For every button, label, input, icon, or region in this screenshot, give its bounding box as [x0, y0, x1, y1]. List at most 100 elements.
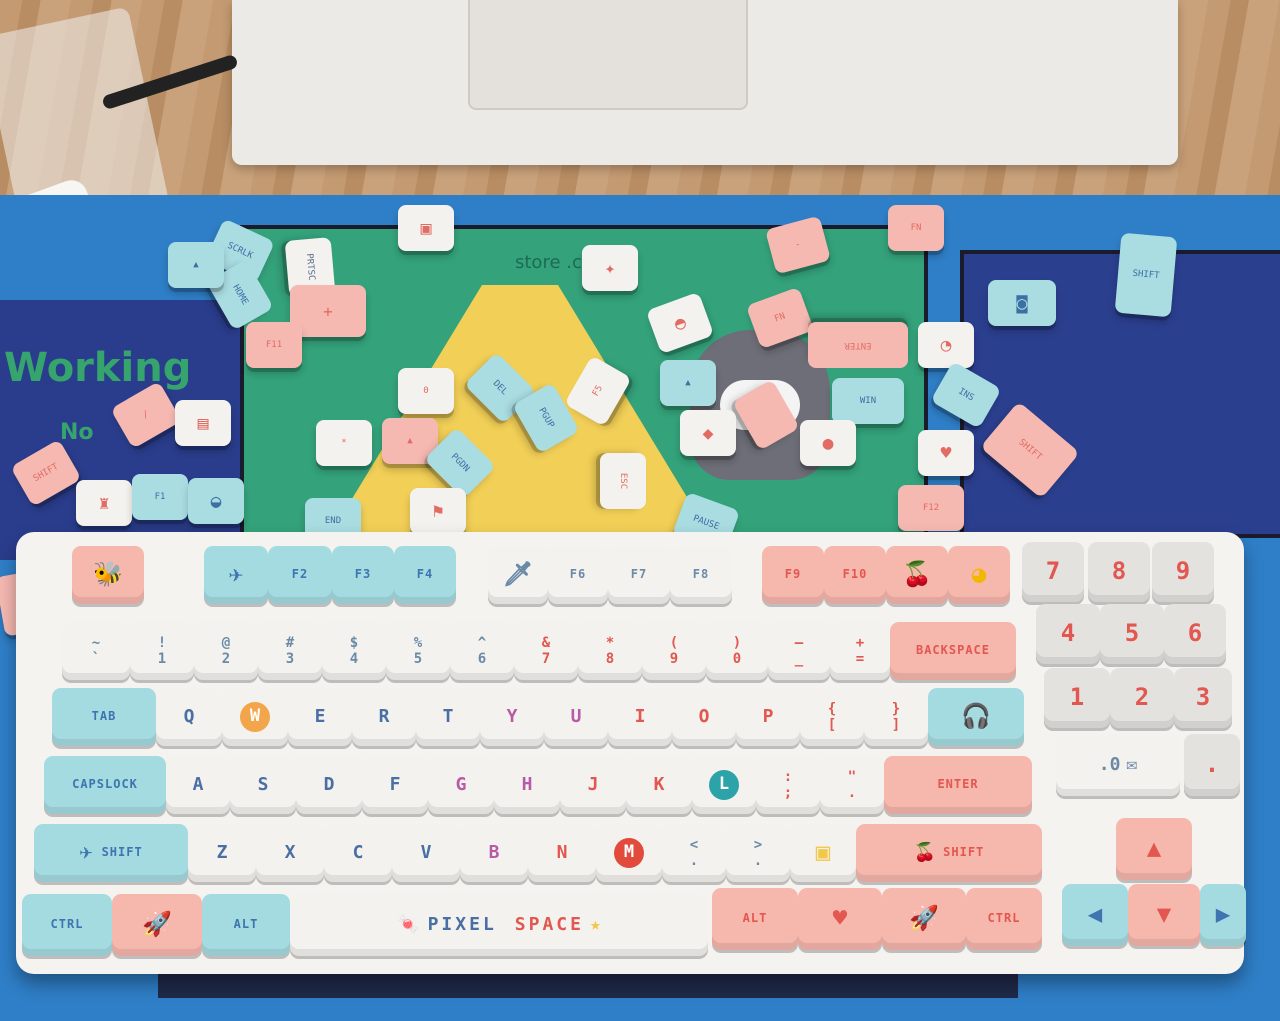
key-d[interactable]: D — [296, 756, 362, 814]
key-minus[interactable]: — _ — [768, 622, 830, 680]
key-k[interactable]: K — [626, 756, 692, 814]
loose-keycap-enter: ENTER — [808, 322, 908, 368]
arrow-up-icon: ▲ — [407, 436, 413, 446]
key-tab[interactable]: TAB — [52, 688, 156, 746]
key-f[interactable]: F — [362, 756, 428, 814]
key-slash[interactable]: ▣ — [790, 824, 856, 882]
key-f12[interactable]: ◕ — [948, 546, 1010, 604]
key-w[interactable]: W — [222, 688, 288, 746]
key-9[interactable]: ( 9 — [642, 622, 706, 680]
loose-keycap-f1: F1 — [132, 474, 188, 520]
key-f11[interactable]: 🍒 — [886, 546, 948, 604]
arrow-up-icon: ▲ — [1146, 834, 1162, 863]
key-shift-left[interactable]: ✈ SHIFT — [34, 824, 188, 882]
key-6[interactable]: ^ 6 — [450, 622, 514, 680]
key-s[interactable]: S — [230, 756, 296, 814]
key-numpad-2[interactable]: 2 — [1110, 668, 1174, 728]
key-h[interactable]: H — [494, 756, 560, 814]
key-fn[interactable]: ♥ — [798, 888, 882, 950]
key-u[interactable]: U — [544, 688, 608, 746]
key-backspace[interactable]: BACKSPACE — [890, 622, 1016, 680]
key-comma[interactable]: < . — [662, 824, 726, 882]
key-ctrl-left[interactable]: CTRL — [22, 894, 112, 956]
key-numpad-3[interactable]: 3 — [1174, 668, 1232, 728]
key-numpad-9[interactable]: 9 — [1152, 542, 1214, 602]
key-menu[interactable]: 🚀 — [882, 888, 966, 950]
key-shift-right[interactable]: 🍒 SHIFT — [856, 824, 1042, 882]
key-8[interactable]: * 8 — [578, 622, 642, 680]
key-f7[interactable]: F7 — [608, 546, 670, 604]
key-period[interactable]: > . — [726, 824, 790, 882]
key-t[interactable]: T — [416, 688, 480, 746]
key-f5[interactable]: 🗡 — [488, 546, 548, 604]
key-z[interactable]: Z — [188, 824, 256, 882]
key-f9[interactable]: F9 — [762, 546, 824, 604]
key-0[interactable]: ) 0 — [706, 622, 768, 680]
key-numpad-7[interactable]: 7 — [1022, 542, 1084, 602]
key-r[interactable]: R — [352, 688, 416, 746]
key-g[interactable]: G — [428, 756, 494, 814]
key-o[interactable]: O — [672, 688, 736, 746]
key-5[interactable]: % 5 — [386, 622, 450, 680]
key-shift-left-label: SHIFT — [101, 845, 143, 860]
key-arrow-down[interactable]: ▼ — [1128, 884, 1200, 946]
key-a[interactable]: A — [166, 756, 230, 814]
key-j[interactable]: J — [560, 756, 626, 814]
key-m[interactable]: M — [596, 824, 662, 882]
key-semicolon[interactable]: : ; — [756, 756, 820, 814]
key-capslock[interactable]: CAPSLOCK — [44, 756, 166, 814]
key-c[interactable]: C — [324, 824, 392, 882]
key-numpad-8[interactable]: 8 — [1088, 542, 1150, 602]
key-enter[interactable]: ENTER — [884, 756, 1032, 814]
key-arrow-right[interactable]: ▶ — [1200, 884, 1246, 946]
key-numpad-6[interactable]: 6 — [1164, 604, 1226, 664]
key-esc[interactable]: 🐝 — [72, 546, 144, 604]
key-arrow-left[interactable]: ◀ — [1062, 884, 1128, 946]
key-q[interactable]: Q — [156, 688, 222, 746]
key-numpad-dot[interactable]: . — [1184, 734, 1240, 796]
key-2[interactable]: @ 2 — [194, 622, 258, 680]
key-3[interactable]: # 3 — [258, 622, 322, 680]
key-alt-right[interactable]: ALT — [712, 888, 798, 950]
key-f4[interactable]: F4 — [394, 546, 456, 604]
key-y[interactable]: Y — [480, 688, 544, 746]
key-ctrl-right[interactable]: CTRL — [966, 888, 1042, 950]
key-l[interactable]: L — [692, 756, 756, 814]
key-f10[interactable]: F10 — [824, 546, 886, 604]
key-i[interactable]: I — [608, 688, 672, 746]
key-rbrace[interactable]: } ] — [864, 688, 928, 746]
key-f8[interactable]: F8 — [670, 546, 732, 604]
key-1[interactable]: ! 1 — [130, 622, 194, 680]
key-arrow-up[interactable]: ▲ — [1116, 818, 1192, 880]
key-4[interactable]: $ 4 — [322, 622, 386, 680]
key-f1[interactable]: ✈ — [204, 546, 268, 604]
key-alt-left[interactable]: ALT — [202, 894, 290, 956]
loose-keycap-car: ◒ — [188, 478, 244, 524]
key-f3[interactable]: F3 — [332, 546, 394, 604]
key-spacebar[interactable]: 🍬 PIXEL SPACE ★ — [290, 894, 708, 956]
heart-icon: ♥ — [832, 904, 848, 933]
key-win-left[interactable]: 🚀 — [112, 894, 202, 956]
key-quote[interactable]: " . — [820, 756, 884, 814]
loose-keycap-note: ▤ — [175, 400, 231, 446]
key-numpad-5[interactable]: 5 — [1100, 604, 1164, 664]
key-p[interactable]: P — [736, 688, 800, 746]
key-equals[interactable]: + = — [830, 622, 890, 680]
key-7[interactable]: & 7 — [514, 622, 578, 680]
key-numpad-1[interactable]: 1 — [1044, 668, 1110, 728]
key-f6[interactable]: F6 — [548, 546, 608, 604]
key-n[interactable]: N — [528, 824, 596, 882]
key-numpad-4[interactable]: 4 — [1036, 604, 1100, 664]
question-block-icon: ▣ — [815, 838, 831, 867]
key-backslash[interactable]: 🎧 — [928, 688, 1024, 746]
key-e[interactable]: E — [288, 688, 352, 746]
sword-icon: 🗡 — [502, 560, 534, 589]
headphones-icon: 🎧 — [961, 702, 991, 731]
key-f2[interactable]: F2 — [268, 546, 332, 604]
key-b[interactable]: B — [460, 824, 528, 882]
key-lbrace[interactable]: { [ — [800, 688, 864, 746]
key-v[interactable]: V — [392, 824, 460, 882]
key-tilde[interactable]: ~ ` — [62, 622, 130, 680]
key-x[interactable]: X — [256, 824, 324, 882]
key-numpad-0[interactable]: .0 ✉ — [1056, 734, 1180, 796]
